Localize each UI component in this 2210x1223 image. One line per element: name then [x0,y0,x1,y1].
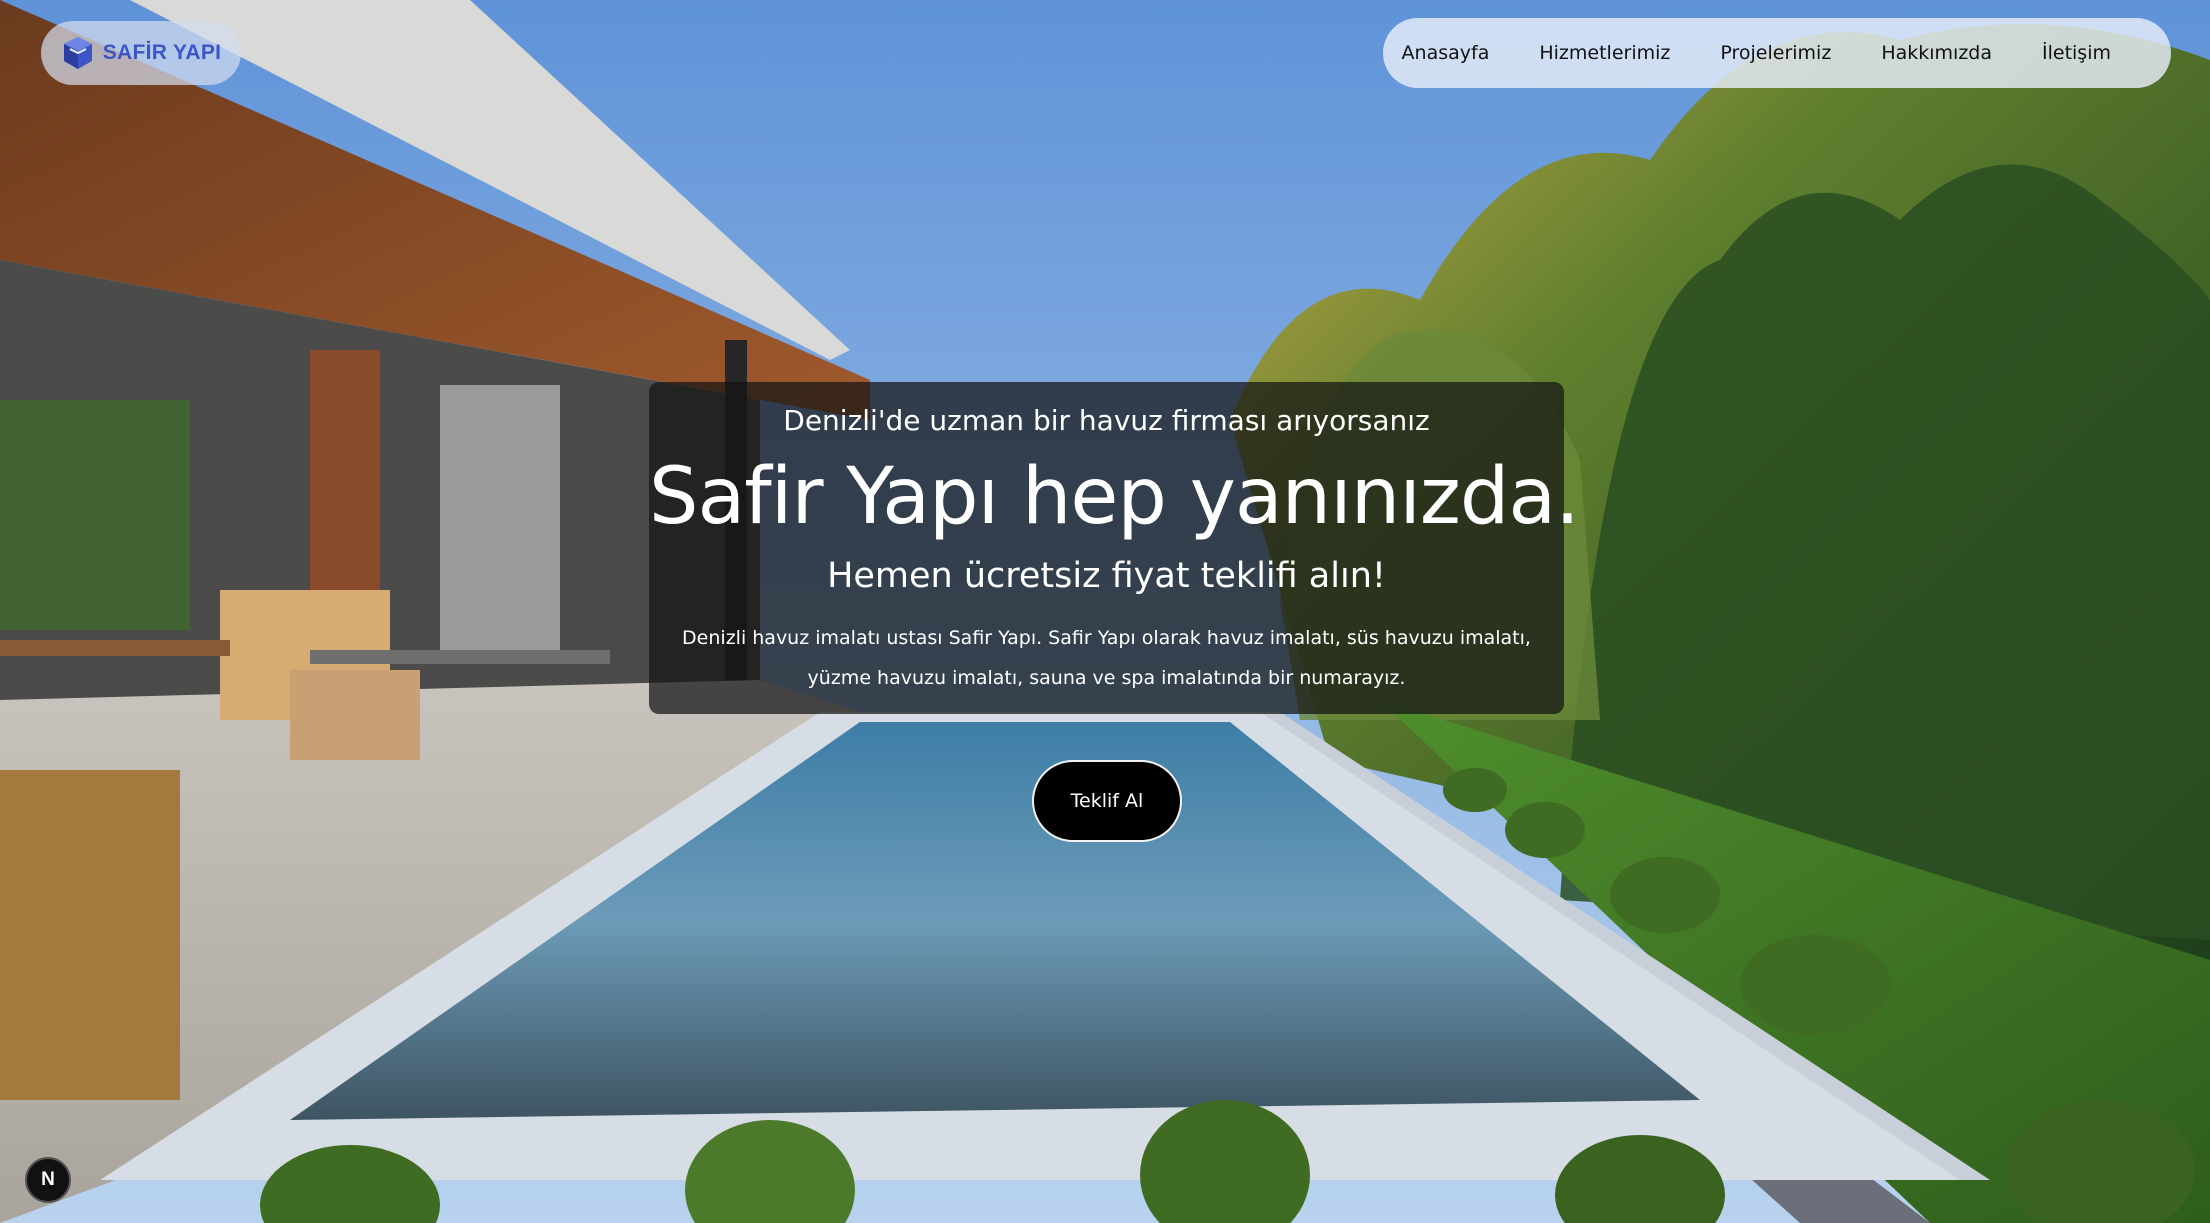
hero-text-panel: Denizli'de uzman bir havuz firması arıyo… [649,382,1580,714]
get-quote-button[interactable]: Teklif Al [1032,760,1182,842]
main-navigation: Anasayfa Hizmetlerimiz Projelerimiz Hakk… [1383,18,2171,88]
hero-subtitle: Hemen ücretsiz fiyat teklifi alın! [827,556,1386,596]
hero-description: Denizli havuz imalatı ustası Safir Yapı.… [682,627,1531,689]
nav-item-about[interactable]: Hakkımızda [1881,42,1992,64]
nextjs-icon[interactable]: N [25,1157,71,1203]
hero-title: Safir Yapı hep yanınızda. [649,452,1580,542]
nav-item-projects[interactable]: Projelerimiz [1720,42,1831,64]
cube-logo-icon [63,37,92,69]
brand-name: SAFİR YAPI [102,41,222,64]
nav-item-services[interactable]: Hizmetlerimiz [1539,42,1670,64]
nav-item-contact[interactable]: İletişim [2042,42,2111,64]
nav-item-home[interactable]: Anasayfa [1402,42,1490,64]
brand-logo[interactable]: SAFİR YAPI [41,21,241,85]
hero-kicker: Denizli'de uzman bir havuz firması arıyo… [783,404,1430,437]
